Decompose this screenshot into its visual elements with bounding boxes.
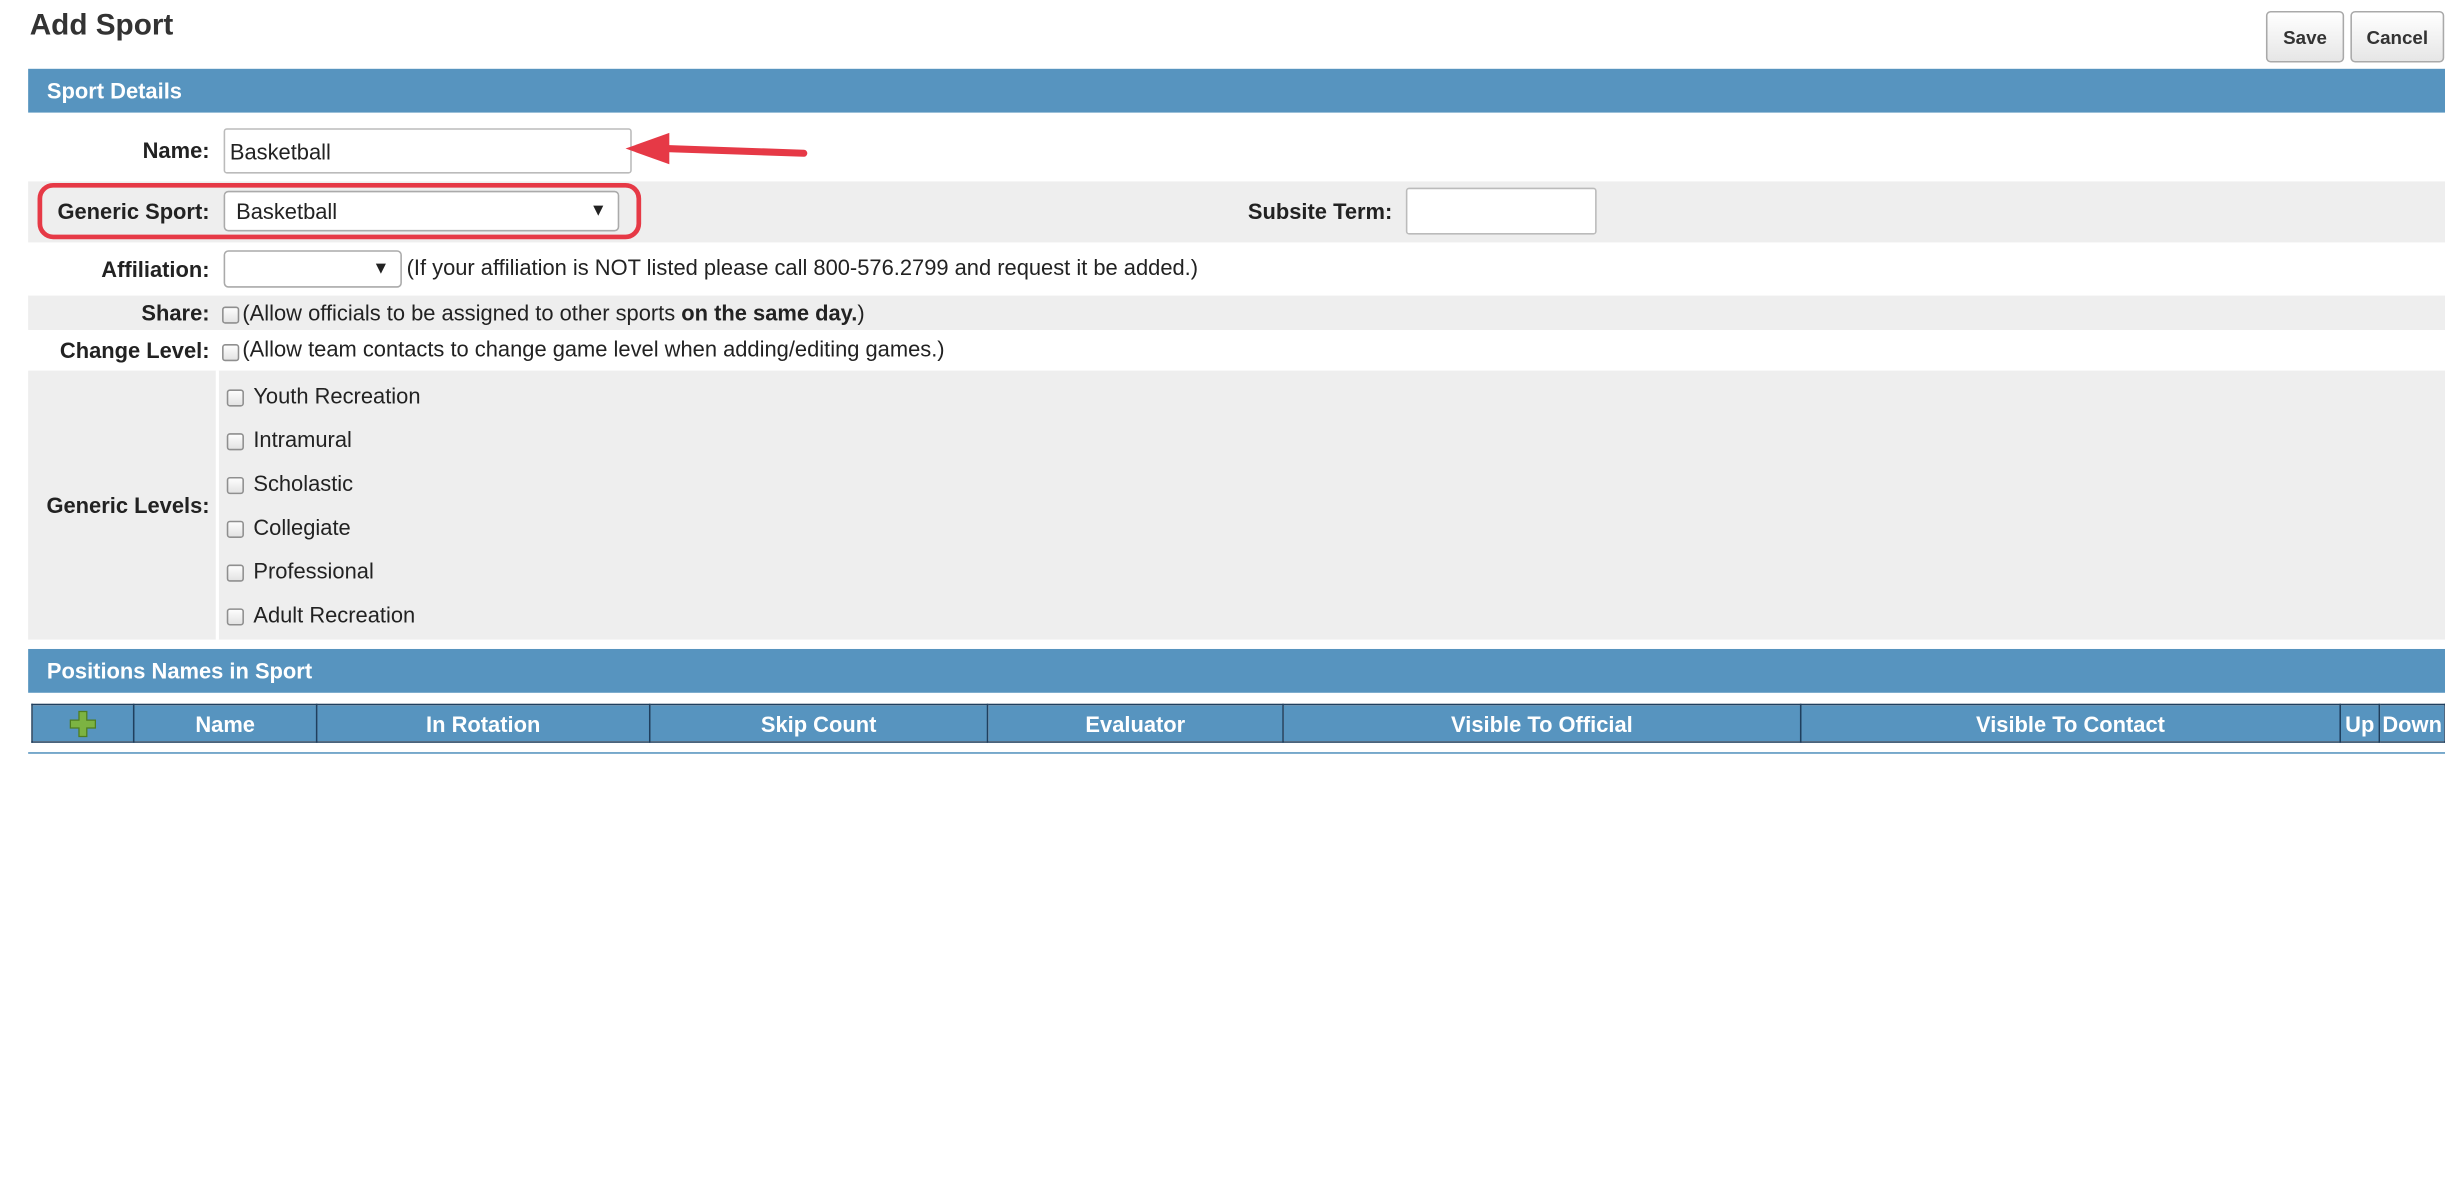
positions-header: Positions Names in Sport [28,648,2445,693]
level-label: Youth Recreation [253,383,421,409]
cancel-button[interactable]: Cancel [2350,10,2445,63]
level-label: Collegiate [253,514,351,540]
add-position-button[interactable] [31,703,135,743]
affiliation-row: Affiliation: ▼ (If your affiliation is N… [28,244,2445,294]
table-bottom-rule [28,752,2445,754]
affiliation-hint: (If your affiliation is NOT listed pleas… [406,254,1199,280]
positions-table: Name In Rotation Skip Count Evaluator Vi… [31,703,2445,743]
level-label: Scholastic [253,470,354,496]
subsite-term-input[interactable] [1405,187,1597,235]
share-checkbox[interactable] [222,306,240,324]
sport-details-header: Sport Details [28,68,2445,113]
page-title: Add Sport [29,9,174,43]
subsite-term-label: Subsite Term: [1247,198,1393,224]
change-level-checkbox[interactable] [222,344,240,362]
column-header-up[interactable]: Up [2339,703,2381,743]
level-label: Professional [253,558,374,584]
positions-table-header-row: Name In Rotation Skip Count Evaluator Vi… [31,703,2445,743]
name-input[interactable] [223,128,632,174]
level-label: Intramural [253,426,352,452]
share-row: Share: (Allow officials to be assigned t… [28,295,2445,330]
name-row: Name: [28,122,2445,178]
affiliation-label: Affiliation: [101,256,210,282]
column-header-visible-to-official[interactable]: Visible To Official [1282,703,1802,743]
change-level-hint: (Allow team contacts to change game leve… [242,336,945,362]
column-header-name[interactable]: Name [132,703,318,743]
add-sport-page: Add Sport Save Cancel Sport Details Name… [0,0,2445,755]
generic-levels-label: Generic Levels: [46,492,210,518]
level-label: Adult Recreation [253,602,416,628]
level-checkbox[interactable] [226,520,244,538]
level-checkbox[interactable] [226,389,244,407]
column-header-visible-to-contact[interactable]: Visible To Contact [1799,703,2342,743]
affiliation-select[interactable]: ▼ [223,250,402,288]
share-hint: (Allow officials to be assigned to other… [242,300,865,326]
column-header-in-rotation[interactable]: In Rotation [315,703,651,743]
annotation-arrow-icon [625,132,808,165]
level-checkbox[interactable] [226,433,244,451]
annotation-highlight-outline [37,182,642,240]
save-button[interactable]: Save [2265,10,2345,63]
generic-levels-row: Generic Levels: Youth Recreation Intramu… [28,370,2445,640]
change-level-row: Change Level: (Allow team contacts to ch… [28,332,2445,370]
column-header-down[interactable]: Down [2378,703,2445,743]
level-checkbox[interactable] [226,564,244,582]
name-label: Name: [142,137,210,163]
change-level-label: Change Level: [59,337,210,363]
share-label: Share: [141,300,210,326]
dropdown-arrow-icon: ▼ [372,259,390,278]
row-divider [215,370,219,640]
add-plus-icon [69,710,97,737]
column-header-evaluator[interactable]: Evaluator [986,703,1284,743]
level-checkbox[interactable] [226,476,244,495]
level-checkbox[interactable] [226,608,244,626]
column-header-skip-count[interactable]: Skip Count [648,703,989,743]
